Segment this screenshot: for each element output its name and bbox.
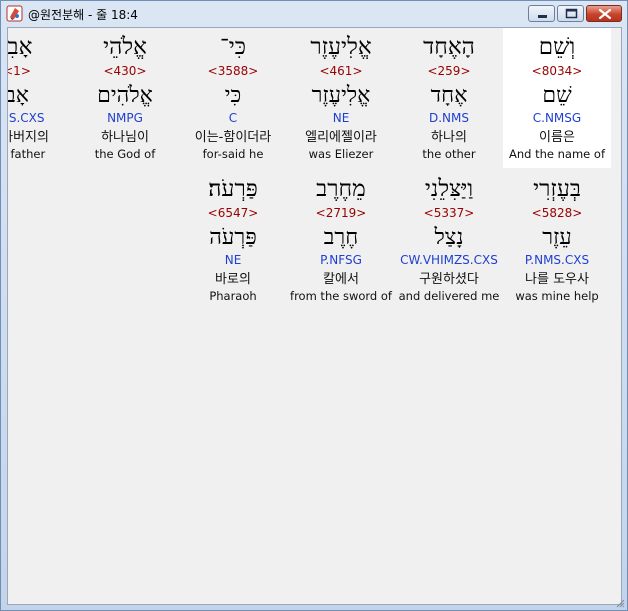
interlinear-view[interactable]: וְשֵׁם <8034> שֵׁם C.NMSG 이름은 And the na… <box>7 27 622 605</box>
hebrew-word: וְשֵׁם <box>538 34 576 60</box>
english-gloss: was Eliezer <box>308 147 374 161</box>
word-column[interactable]: כִּי־ <3588> כִּי C 이는-함이더라 for-said he <box>179 28 287 168</box>
strong-number[interactable]: <259> <box>427 63 470 79</box>
strong-number[interactable]: <5828> <box>532 205 583 221</box>
strong-number[interactable]: <8034> <box>532 63 583 79</box>
resize-grip-icon[interactable] <box>615 598 625 608</box>
hebrew-root: כִּי <box>224 83 242 108</box>
hebrew-root: אֱלֹהִים <box>97 83 153 108</box>
close-icon <box>598 8 612 20</box>
window-title: @원전분해 - 줄 18:4 <box>28 8 138 22</box>
app-window: @원전분해 - 줄 18:4 וְשֵׁם <8034> שֵׁם C.NMSG… <box>0 0 628 611</box>
korean-gloss: 하나님이 <box>101 130 149 145</box>
strong-number[interactable]: <6547> <box>208 205 259 221</box>
hebrew-word: פַּרְעֹה׃ <box>208 176 258 202</box>
maximize-icon <box>565 8 578 19</box>
word-column[interactable]: אָבִי <1> אָב NMS.CXS 내 아버지의 my father <box>7 28 71 168</box>
word-column[interactable]: וְשֵׁם <8034> שֵׁם C.NMSG 이름은 And the na… <box>503 28 611 168</box>
hebrew-word: אֱלֹהֵי <box>103 34 147 60</box>
morphology-code: NE <box>224 253 242 267</box>
morphology-code: P.NFSG <box>320 253 362 267</box>
hebrew-word: אֱלִיעֶזֶר <box>310 34 372 60</box>
english-gloss: from the sword of <box>290 289 392 303</box>
korean-gloss: 이는-함이더라 <box>194 130 272 145</box>
word-column[interactable]: פַּרְעֹה׃ <6547> פַּרְעֹה NE 바로의 Pharaoh <box>179 170 287 310</box>
hebrew-word: הָאֶחָד <box>423 34 475 60</box>
hebrew-root: אֱלִיעֶזֶר <box>311 83 371 108</box>
korean-gloss: 하나의 <box>431 130 467 145</box>
title-bar[interactable]: @원전분해 - 줄 18:4 <box>1 1 627 27</box>
korean-gloss: 내 아버지의 <box>8 130 49 145</box>
strong-number[interactable]: <430> <box>103 63 146 79</box>
strong-number[interactable]: <5337> <box>424 205 475 221</box>
hebrew-root: עֵזֶר <box>542 225 572 250</box>
hebrew-word: מֵחֶרֶב <box>316 176 366 202</box>
close-button[interactable] <box>586 5 622 22</box>
word-column[interactable]: אֱלֹהֵי <430> אֱלֹהִים NMPG 하나님이 the God… <box>71 28 179 168</box>
verse-line-2: בְּעֶזְרִי <5828> עֵזֶר P.NMS.CXS 나를 도우사… <box>179 170 611 310</box>
english-gloss: and delivered me <box>398 289 500 303</box>
hebrew-root: חֶרֶב <box>323 225 359 250</box>
app-logo-icon <box>6 5 23 22</box>
korean-gloss: 바로의 <box>215 272 251 287</box>
korean-gloss: 이름은 <box>539 130 575 145</box>
korean-gloss: 엘리에젤이라 <box>305 130 377 145</box>
word-column[interactable]: אֱלִיעֶזֶר <461> אֱלִיעֶזֶר NE 엘리에젤이라 wa… <box>287 28 395 168</box>
english-gloss: my father <box>8 147 46 161</box>
minimize-icon <box>538 15 547 18</box>
english-gloss: the God of <box>94 147 156 161</box>
hebrew-root: נָצַל <box>434 225 464 250</box>
morphology-code: C.NMSG <box>532 111 582 125</box>
hebrew-root: אֶחָד <box>430 83 468 108</box>
hebrew-word: וַיַּצִּלֵנִי <box>424 176 474 202</box>
hebrew-word: בְּעֶזְרִי <box>533 176 581 202</box>
english-gloss: And the name of <box>509 147 605 161</box>
hebrew-word: אָבִי <box>7 34 33 60</box>
korean-gloss: 구원하셨다 <box>419 272 479 287</box>
morphology-code: NMPG <box>107 111 143 125</box>
english-gloss: for-said he <box>202 147 264 161</box>
english-gloss: the other <box>422 147 476 161</box>
maximize-button[interactable] <box>557 5 584 22</box>
hebrew-root: פַּרְעֹה <box>209 225 257 250</box>
word-column[interactable]: וַיַּצִּלֵנִי <5337> נָצַל CW.VHIMZS.CXS… <box>395 170 503 310</box>
morphology-code: P.NMS.CXS <box>524 253 590 267</box>
korean-gloss: 칼에서 <box>323 272 359 287</box>
strong-number[interactable]: <3588> <box>208 63 259 79</box>
morphology-code: CW.VHIMZS.CXS <box>400 253 498 267</box>
morphology-code: D.NMS <box>428 111 469 125</box>
verse-line-1: וְשֵׁם <8034> שֵׁם C.NMSG 이름은 And the na… <box>7 28 611 168</box>
strong-number[interactable]: <461> <box>319 63 362 79</box>
hebrew-root: שֵׁם <box>542 83 572 108</box>
morphology-code: NE <box>332 111 350 125</box>
morphology-code: NMS.CXS <box>8 111 45 125</box>
korean-gloss: 나를 도우사 <box>525 272 589 287</box>
strong-number[interactable]: <2719> <box>316 205 367 221</box>
english-gloss: Pharaoh <box>209 289 257 303</box>
minimize-button[interactable] <box>528 5 555 22</box>
word-column[interactable]: מֵחֶרֶב <2719> חֶרֶב P.NFSG 칼에서 from the… <box>287 170 395 310</box>
hebrew-word: כִּי־ <box>219 34 247 60</box>
strong-number[interactable]: <1> <box>8 63 31 79</box>
hebrew-root: אָב <box>7 83 29 108</box>
english-gloss: was mine help <box>515 289 599 303</box>
word-column[interactable]: בְּעֶזְרִי <5828> עֵזֶר P.NMS.CXS 나를 도우사… <box>503 170 611 310</box>
morphology-code: C <box>228 111 238 125</box>
word-column[interactable]: הָאֶחָד <259> אֶחָד D.NMS 하나의 the other <box>395 28 503 168</box>
